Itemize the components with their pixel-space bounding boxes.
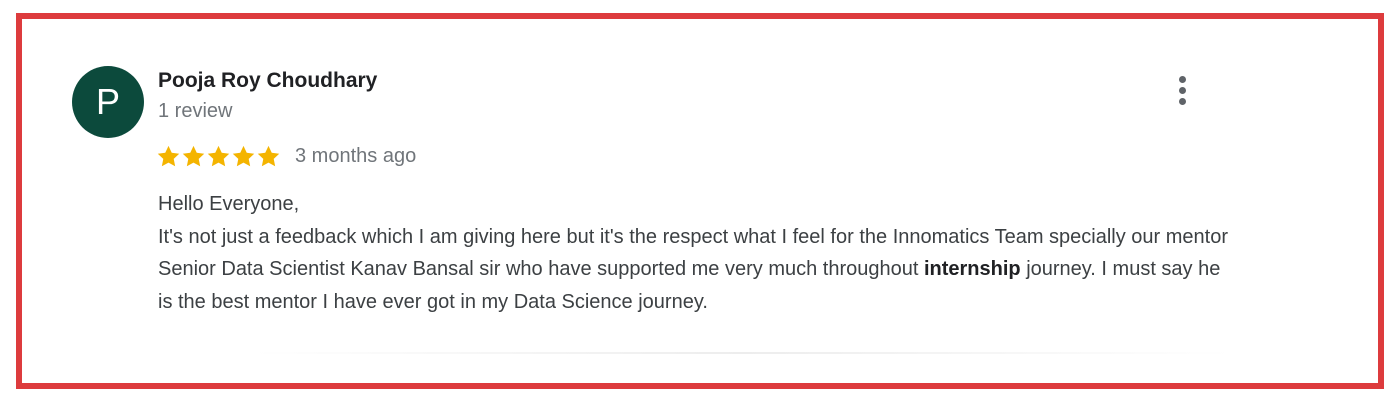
star-icon — [232, 145, 255, 166]
review-greeting: Hello Everyone, — [158, 193, 300, 215]
review-bold-word: internship — [923, 258, 1021, 280]
star-icon — [257, 145, 280, 166]
divider — [252, 352, 1232, 354]
star-icon — [182, 145, 205, 166]
avatar-letter: P — [95, 81, 120, 122]
more-vertical-icon[interactable] — [1172, 73, 1192, 113]
reviewer-name[interactable]: Pooja Roy Choudhary — [158, 69, 377, 93]
star-icon — [207, 145, 230, 166]
review-body: Hello Everyone, It's not just a feedback… — [158, 188, 1238, 318]
review-paragraph: It's not just a feedback which I am givi… — [158, 221, 1238, 319]
star-rating — [156, 144, 281, 169]
star-icon — [157, 145, 180, 166]
avatar[interactable]: P — [72, 66, 144, 138]
review-card: P Pooja Roy Choudhary 1 review 3 months … — [16, 13, 1384, 389]
review-count: 1 review — [158, 100, 233, 122]
review-date: 3 months ago — [295, 144, 417, 167]
rating-row: 3 months ago — [156, 141, 416, 171]
